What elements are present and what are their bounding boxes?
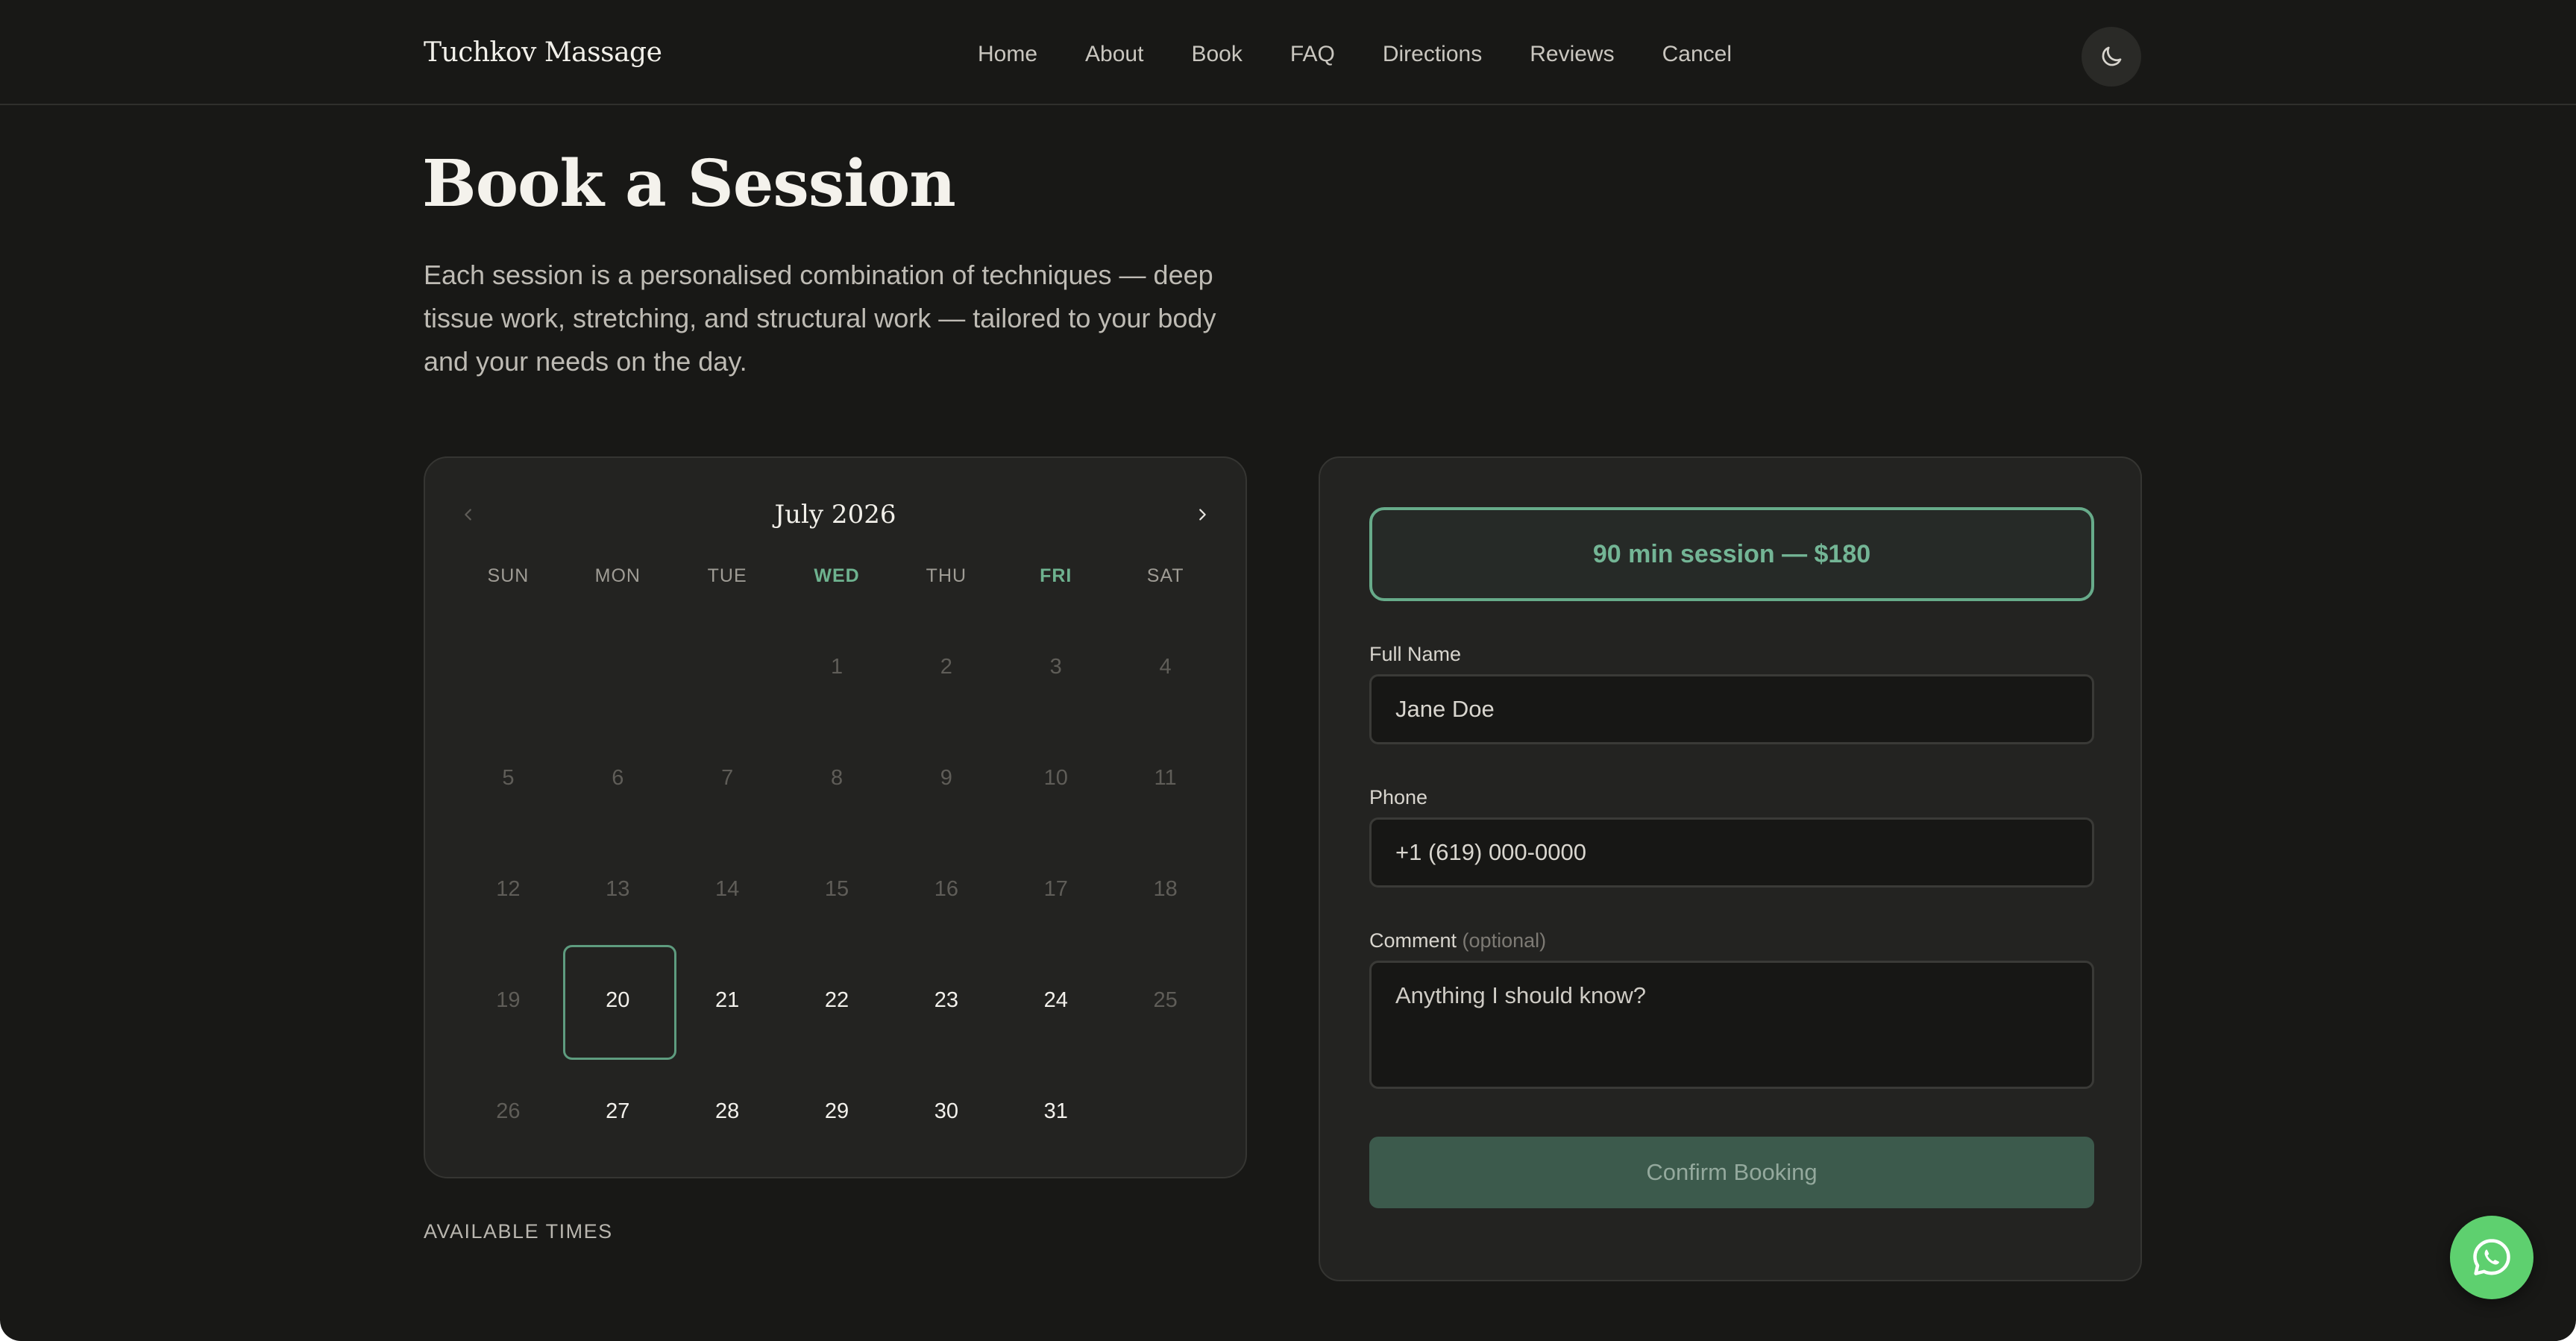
day-6: 6 xyxy=(612,766,624,790)
day-13: 13 xyxy=(606,877,630,901)
day-7: 7 xyxy=(721,766,734,790)
calendar-header: July 2026 xyxy=(425,494,1245,538)
day-grid: 1 2 3 4 5 6 7 8 9 10 11 12 13 14 15 16 17 18 19 20 21 22 23 24 2… xyxy=(453,612,1220,1167)
day-31[interactable]: 31 xyxy=(1001,1056,1110,1167)
nav-directions[interactable]: Directions xyxy=(1383,42,1482,67)
page-intro: Each session is a personalised combinati… xyxy=(424,260,1216,377)
calendar: July 2026 SUN MON TUE WED THU FRI SAT 12345678… xyxy=(424,456,1247,1178)
page-frame: Tuchkov Massage Home About Book FAQ Dire… xyxy=(0,0,2576,1341)
page-title: Book a Session xyxy=(422,146,956,222)
calendar-week: 12 13 14 15 16 17 18 xyxy=(453,834,1220,945)
weekday-sun: SUN xyxy=(487,565,530,586)
day-12: 12 xyxy=(496,877,521,901)
day-24[interactable]: 24 xyxy=(1001,945,1110,1056)
whatsapp-button[interactable] xyxy=(2450,1216,2533,1299)
calendar-week: 19 20 21 22 23 24 25 xyxy=(453,945,1220,1060)
weekday-wed: WED xyxy=(814,565,860,586)
day-29[interactable]: 29 xyxy=(782,1056,892,1167)
weekday-sat: SAT xyxy=(1146,565,1184,586)
next-month-button[interactable] xyxy=(1186,498,1219,531)
day-11: 11 xyxy=(1154,766,1177,790)
day-22[interactable]: 22 xyxy=(782,945,892,1056)
day-14: 14 xyxy=(715,877,740,901)
main-nav: Home About Book FAQ Directions Reviews C… xyxy=(978,42,1779,67)
session-option-button[interactable]: 90 min session — $180 xyxy=(1369,507,2094,601)
day-21[interactable]: 21 xyxy=(673,945,782,1056)
day-16: 16 xyxy=(934,877,958,901)
empty-day xyxy=(453,612,563,723)
weekday-fri: FRI xyxy=(1040,565,1072,586)
available-times-label: AVAILABLE TIMES xyxy=(424,1220,613,1243)
day-23[interactable]: 23 xyxy=(891,945,1001,1056)
empty-day xyxy=(673,612,782,723)
nav-reviews[interactable]: Reviews xyxy=(1530,42,1614,67)
nav-book[interactable]: Book xyxy=(1191,42,1242,67)
day-17: 17 xyxy=(1043,877,1068,901)
calendar-week: 5 6 7 8 9 10 11 xyxy=(453,723,1220,834)
day-19: 19 xyxy=(496,988,521,1012)
chevron-right-icon xyxy=(1199,509,1206,521)
comment-textarea[interactable]: Anything I should know? xyxy=(1369,961,2094,1089)
day-3: 3 xyxy=(1049,655,1062,679)
empty-day xyxy=(563,612,673,723)
nav-about[interactable]: About xyxy=(1085,42,1143,67)
confirm-booking-button[interactable]: Confirm Booking xyxy=(1369,1137,2094,1208)
weekday-tue: TUE xyxy=(707,565,747,586)
selected-day-20[interactable]: 20 xyxy=(562,945,676,1060)
day-30[interactable]: 30 xyxy=(891,1056,1001,1167)
empty-day xyxy=(1110,1056,1220,1167)
full-name-input[interactable]: Jane Doe xyxy=(1369,674,2094,744)
booking-form: 90 min session — $180 Full Name Jane Doe… xyxy=(1319,456,2142,1281)
comment-label: Comment (optional) xyxy=(1369,929,1546,952)
day-27[interactable]: 27 xyxy=(563,1056,673,1167)
day-18: 18 xyxy=(1153,877,1178,901)
day-8: 8 xyxy=(830,766,844,790)
calendar-week: 1 2 3 4 xyxy=(453,612,1220,723)
comment-optional-hint: (optional) xyxy=(1462,929,1547,952)
name-label: Full Name xyxy=(1369,643,1462,665)
day-25: 25 xyxy=(1153,988,1178,1012)
nav-home[interactable]: Home xyxy=(978,42,1037,67)
whatsapp-icon xyxy=(2473,1239,2510,1275)
day-26: 26 xyxy=(496,1099,521,1123)
phone-input[interactable]: +1 (619) 000-0000 xyxy=(1369,817,2094,888)
site-header: Tuchkov Massage Home About Book FAQ Dire… xyxy=(0,0,2576,105)
day-1: 1 xyxy=(830,655,844,679)
weekday-mon: MON xyxy=(594,565,641,586)
day-2: 2 xyxy=(940,655,952,679)
weekday-thu: THU xyxy=(926,565,967,586)
calendar-month: July 2026 xyxy=(774,500,896,530)
day-10: 10 xyxy=(1043,766,1068,790)
moon-icon xyxy=(2102,46,2122,66)
brand-logo[interactable]: Tuchkov Massage xyxy=(424,37,662,68)
day-9: 9 xyxy=(940,766,952,790)
nav-cancel[interactable]: Cancel xyxy=(1662,42,1732,67)
day-5: 5 xyxy=(502,766,515,790)
weekday-row: SUN MON TUE WED THU FRI SAT xyxy=(453,565,1220,587)
theme-toggle-button[interactable] xyxy=(2082,27,2141,87)
phone-label: Phone xyxy=(1369,786,1428,808)
day-15: 15 xyxy=(824,877,849,901)
nav-faq[interactable]: FAQ xyxy=(1290,42,1335,67)
day-4: 4 xyxy=(1159,655,1172,679)
comment-label-text: Comment xyxy=(1369,929,1457,952)
day-28[interactable]: 28 xyxy=(673,1056,782,1167)
calendar-week: 26 27 28 29 30 31 xyxy=(453,1056,1220,1167)
